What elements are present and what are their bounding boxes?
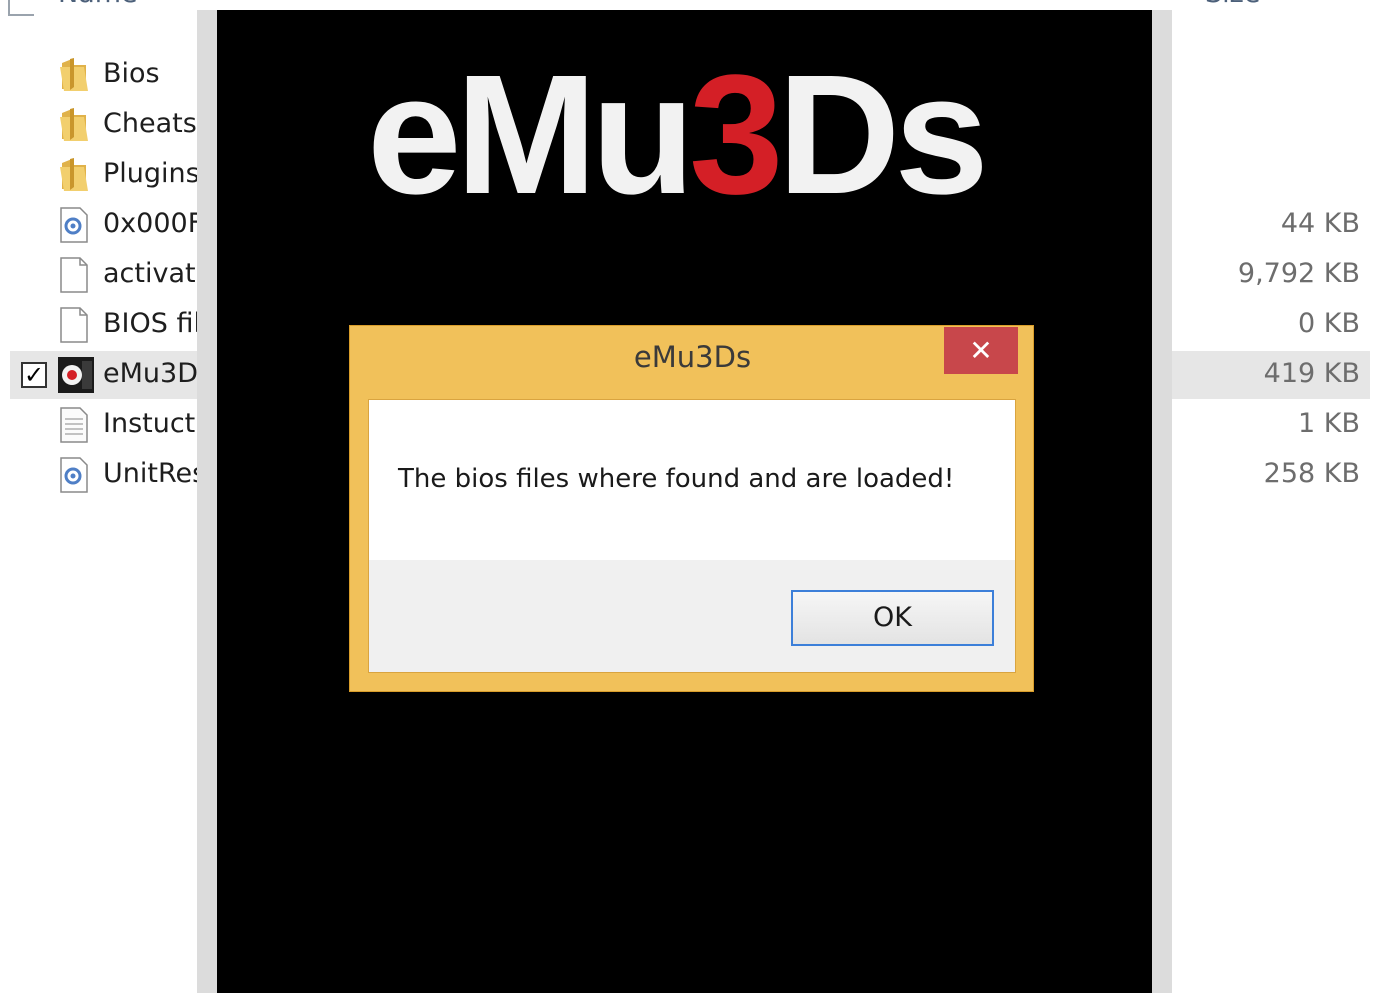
- file-size: 0 KB: [1298, 308, 1360, 339]
- file-name: Cheats: [103, 108, 197, 139]
- settings-file-icon: [58, 207, 90, 243]
- file-name: Instucti: [103, 408, 203, 439]
- blank-file-icon: [58, 307, 90, 343]
- close-icon: ✕: [969, 334, 993, 367]
- file-size: 419 KB: [1263, 358, 1360, 389]
- dialog-body: The bios files where found and are loade…: [368, 399, 1016, 673]
- file-size: 44 KB: [1280, 208, 1360, 239]
- row-checkbox[interactable]: ✓: [21, 362, 47, 388]
- dialog-content: The bios files where found and are loade…: [369, 400, 1015, 560]
- app-logo: eMu3Ds: [367, 50, 989, 220]
- file-name: Plugins: [103, 158, 200, 189]
- file-size: 258 KB: [1263, 458, 1360, 489]
- file-name: activatc: [103, 258, 211, 289]
- dialog-title: eMu3Ds: [633, 340, 752, 374]
- message-dialog: eMu3Ds ✕ The bios files where found and …: [349, 325, 1034, 692]
- file-name: BIOS fil: [103, 308, 201, 339]
- file-size: 9,792 KB: [1237, 258, 1360, 289]
- file-name: Bios: [103, 58, 160, 89]
- logo-accent: 3: [689, 40, 784, 230]
- logo-suffix: Ds: [777, 40, 989, 230]
- column-header-size[interactable]: Size: [1205, 0, 1260, 9]
- close-button[interactable]: ✕: [944, 327, 1018, 374]
- folder-icon: [58, 157, 90, 193]
- file-size: 1 KB: [1298, 408, 1360, 439]
- window-frame-left: [197, 10, 217, 993]
- folder-icon: [58, 107, 90, 143]
- blank-file-icon: [58, 257, 90, 293]
- file-name: UnitRes: [103, 458, 207, 489]
- text-file-icon: [58, 407, 90, 443]
- select-all-checkbox[interactable]: [8, 0, 34, 16]
- screen: Name Size BiosCheatsPlugins0x000FF44 KBa…: [0, 0, 1378, 993]
- logo-prefix: eMu: [367, 40, 695, 230]
- window-frame-right: [1152, 10, 1172, 993]
- settings-file-icon: [58, 457, 90, 493]
- app-icon: [58, 357, 94, 393]
- ok-button[interactable]: OK: [791, 590, 994, 646]
- file-name: eMu3D:: [103, 358, 208, 389]
- dialog-message: The bios files where found and are loade…: [398, 464, 955, 494]
- column-header-name[interactable]: Name: [58, 0, 138, 9]
- folder-icon: [58, 57, 90, 93]
